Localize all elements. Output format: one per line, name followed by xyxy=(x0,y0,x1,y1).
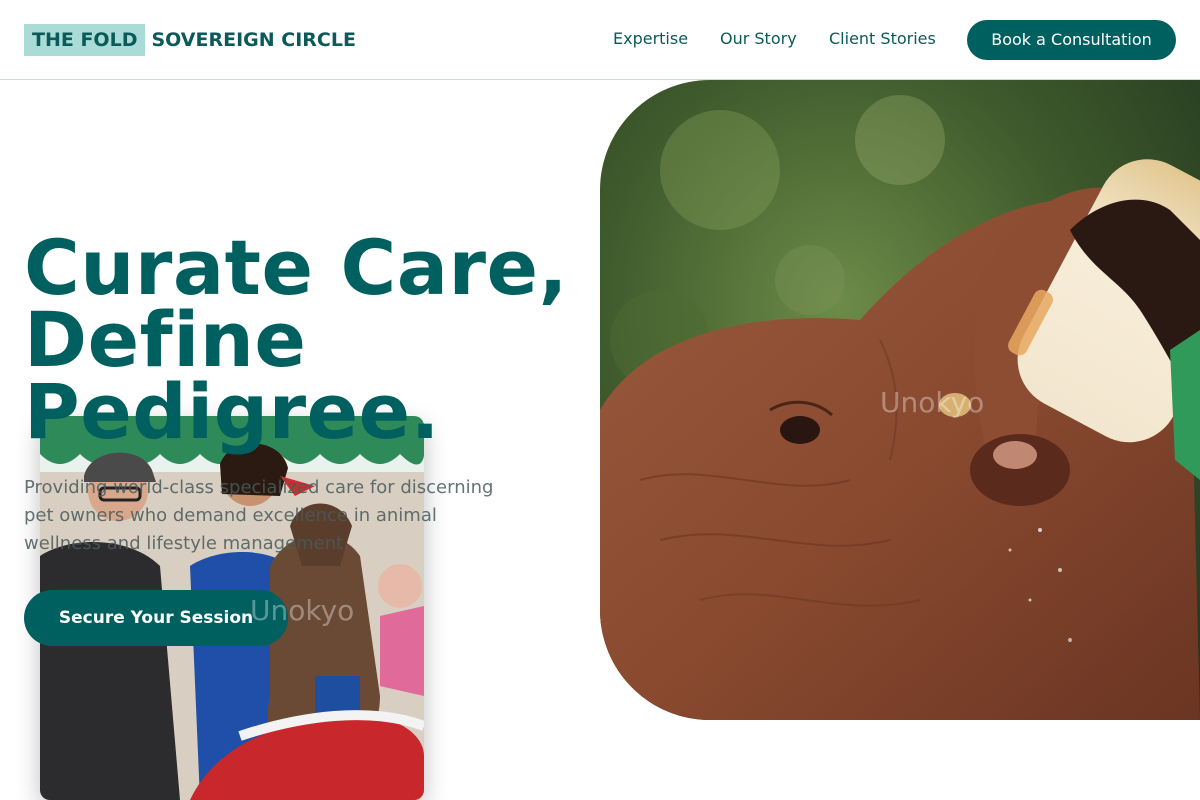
headline-line-2: Define xyxy=(24,295,307,384)
main-nav-client-stories: Client Stories xyxy=(829,29,936,49)
book-consultation-button[interactable]: Book a Consultation xyxy=(967,20,1176,60)
main-nav-our-story: Our Story xyxy=(720,29,797,49)
secure-session-button[interactable]: Secure Your Session xyxy=(24,590,288,646)
hero-subcopy: Providing world-class specialized care f… xyxy=(24,477,494,554)
hero-elephant-photo xyxy=(600,80,1200,720)
brand-badge: THE FOLD xyxy=(24,24,146,56)
main-nav: Expertise xyxy=(613,29,688,49)
brand-logo[interactable]: THE FOLD SOVEREIGN CIRCLE xyxy=(24,24,356,56)
nav-link-our-story[interactable]: Our Story xyxy=(720,29,797,49)
headline-line-3: Pedigree. xyxy=(24,367,441,456)
elephant-feeding-image xyxy=(600,80,1200,720)
hero-headline: Curate Care, Define Pedigree. xyxy=(24,223,584,456)
brand-name: SOVEREIGN CIRCLE xyxy=(151,29,356,51)
nav-link-expertise[interactable]: Expertise xyxy=(613,29,688,49)
top-navigation-bar: THE FOLD SOVEREIGN CIRCLE Expertise Our … xyxy=(0,0,1200,80)
headline-line-1: Curate Care, xyxy=(24,223,568,312)
nav-link-client-stories[interactable]: Client Stories xyxy=(829,29,936,49)
